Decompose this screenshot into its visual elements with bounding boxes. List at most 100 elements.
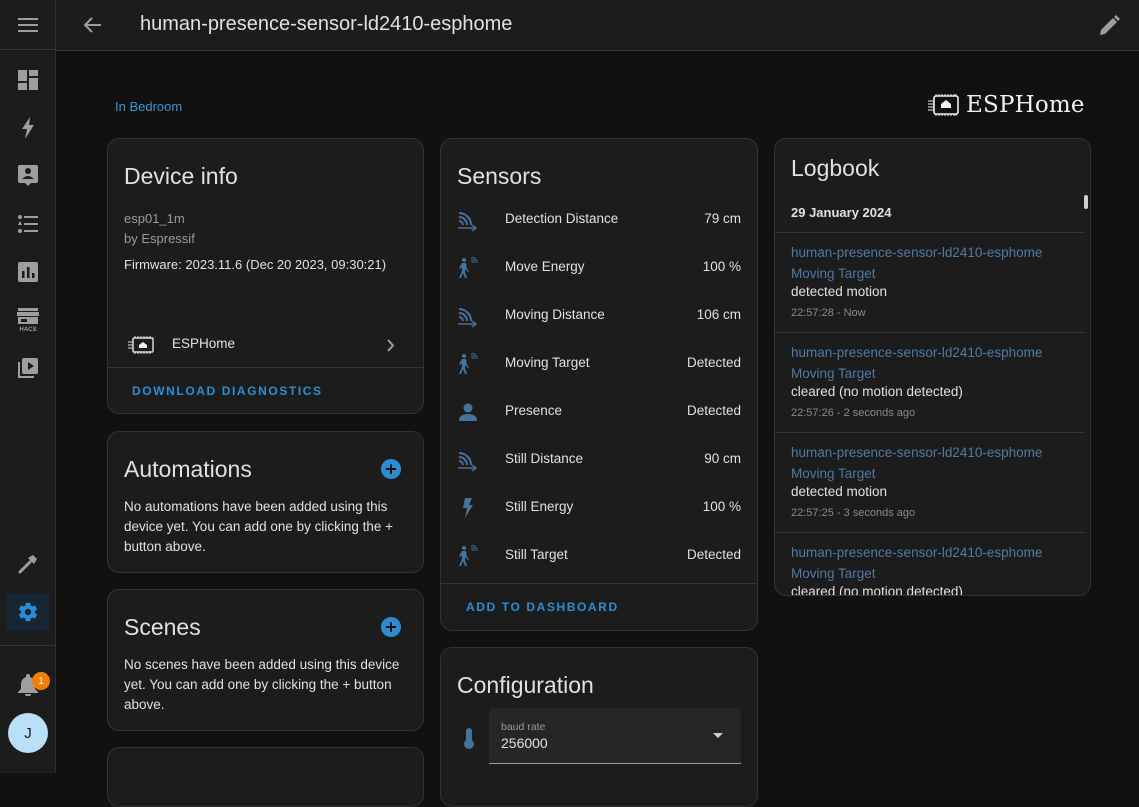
integration-brand: ESPHome <box>928 92 1085 118</box>
chevron-right-icon <box>387 339 395 352</box>
hamburger-menu-icon <box>18 17 38 32</box>
flash-icon <box>463 498 473 518</box>
plus-icon <box>386 464 396 474</box>
hacs-store-icon: HACS <box>17 308 39 332</box>
logbook-entry: human-presence-sensor-ld2410-esphome Mov… <box>775 532 1085 596</box>
integration-row[interactable]: ESPHome <box>108 324 423 368</box>
automations-empty-text: No automations have been added using thi… <box>124 499 394 554</box>
logbook-entry: human-presence-sensor-ld2410-esphome Mov… <box>775 332 1085 432</box>
sidebar-item-energy[interactable] <box>6 109 50 147</box>
baud-rate-select[interactable]: baud rate 256000 <box>489 708 741 764</box>
edit-button[interactable] <box>1097 12 1123 38</box>
sensor-value: 79 cm <box>704 211 741 226</box>
plus-icon <box>386 622 396 632</box>
notification-badge: 1 <box>32 672 50 690</box>
brand-name: ESPHome <box>966 92 1085 118</box>
logbook-card: Logbook 29 January 2024 human-presence-s… <box>774 138 1091 596</box>
top-bar: human-presence-sensor-ld2410-esphome <box>56 0 1139 51</box>
sensor-name: Presence <box>505 403 563 418</box>
card-divider <box>108 367 423 368</box>
add-to-dashboard-button[interactable]: ADD TO DASHBOARD <box>466 600 619 614</box>
sensor-row-detection-distance[interactable]: Detection Distance 79 cm <box>441 196 757 244</box>
baud-rate-label: baud rate <box>501 721 546 733</box>
dashboard-icon <box>18 70 38 90</box>
menu-button[interactable] <box>0 0 56 50</box>
back-button[interactable] <box>78 10 108 40</box>
account-box-icon <box>18 165 38 186</box>
arrow-left-icon <box>84 17 101 33</box>
account-icon <box>459 403 477 421</box>
sensor-row-still-distance[interactable]: Still Distance 90 cm <box>441 436 757 484</box>
sensor-row-presence[interactable]: Presence Detected <box>441 388 757 436</box>
signal-distance-variant-icon <box>458 212 478 231</box>
scripts-card <box>107 747 424 807</box>
logbook-message: detected motion <box>791 484 888 499</box>
sensor-row-still-energy[interactable]: Still Energy 100 % <box>441 484 757 532</box>
sensor-name: Moving Target <box>505 355 590 370</box>
sensors-title: Sensors <box>457 163 542 189</box>
sensor-name: Still Energy <box>505 499 574 514</box>
add-automation-button[interactable] <box>381 459 401 479</box>
sidebar-item-overview[interactable] <box>6 61 50 99</box>
logbook-message: cleared (no motion detected) <box>791 384 963 399</box>
logbook-entity[interactable]: human-presence-sensor-ld2410-esphome Mov… <box>791 242 1042 284</box>
svg-text:HACS: HACS <box>19 327 36 332</box>
sensor-value: Detected <box>686 403 741 418</box>
signal-distance-variant-icon <box>458 308 478 327</box>
device-model: esp01_1m by Espressif <box>124 209 195 249</box>
sensors-card: Sensors Detection Distance 79 cm Move En… <box>440 138 758 631</box>
configuration-card: Configuration baud rate 256000 <box>440 647 758 807</box>
sensor-row-move-energy[interactable]: Move Energy 100 % <box>441 244 757 292</box>
avatar[interactable]: J <box>8 713 48 753</box>
signal-distance-variant-icon <box>458 452 478 471</box>
sidebar-item-media[interactable] <box>6 349 50 387</box>
sensor-row-still-target[interactable]: Still Target Detected <box>441 532 757 580</box>
format-list-bulleted-icon <box>18 215 38 233</box>
add-scene-button[interactable] <box>381 617 401 637</box>
scenes-title: Scenes <box>124 614 201 640</box>
logbook-entity-name[interactable]: Moving Target <box>791 463 1042 484</box>
logbook-entity-name[interactable]: Moving Target <box>791 263 1042 284</box>
download-diagnostics-button[interactable]: DOWNLOAD DIAGNOSTICS <box>132 384 323 398</box>
logbook-message: cleared (no motion detected) <box>791 584 963 596</box>
sensor-value: 100 % <box>702 499 741 514</box>
sidebar-item-settings[interactable] <box>6 593 50 631</box>
sidebar-item-logbook[interactable] <box>6 205 50 243</box>
logbook-entity[interactable]: human-presence-sensor-ld2410-esphome Mov… <box>791 542 1042 584</box>
sensor-value: 100 % <box>702 259 741 274</box>
sidebar-item-map-person[interactable] <box>6 157 50 195</box>
sensor-value: 106 cm <box>696 307 741 322</box>
logbook-device-name[interactable]: human-presence-sensor-ld2410-esphome <box>791 342 1042 363</box>
thermometer-icon <box>464 728 474 749</box>
dropdown-arrow-icon <box>713 733 723 738</box>
logbook-time: 22:57:25 - 3 seconds ago <box>791 507 916 519</box>
logbook-entry: human-presence-sensor-ld2410-esphome Mov… <box>775 232 1085 332</box>
area-link[interactable]: In Bedroom <box>115 99 182 114</box>
sensor-row-moving-target[interactable]: Moving Target Detected <box>441 340 757 388</box>
page-title: human-presence-sensor-ld2410-esphome <box>140 13 513 35</box>
sensor-value: 90 cm <box>704 451 741 466</box>
logbook-entity[interactable]: human-presence-sensor-ld2410-esphome Mov… <box>791 442 1042 484</box>
scenes-card: Scenes No scenes have been added using t… <box>107 589 424 731</box>
sensor-row-moving-distance[interactable]: Moving Distance 106 cm <box>441 292 757 340</box>
sensor-name: Move Energy <box>505 259 585 274</box>
device-manufacturer: by Espressif <box>124 231 195 246</box>
logbook-device-name[interactable]: human-presence-sensor-ld2410-esphome <box>791 442 1042 463</box>
logbook-entity-name[interactable]: Moving Target <box>791 363 1042 384</box>
esphome-chip-icon <box>128 336 154 354</box>
sensor-name: Still Target <box>505 547 568 562</box>
logbook-entity-name[interactable]: Moving Target <box>791 563 1042 584</box>
logbook-device-name[interactable]: human-presence-sensor-ld2410-esphome <box>791 242 1042 263</box>
logbook-entity[interactable]: human-presence-sensor-ld2410-esphome Mov… <box>791 342 1042 384</box>
logbook-device-name[interactable]: human-presence-sensor-ld2410-esphome <box>791 542 1042 563</box>
sensor-name: Still Distance <box>505 451 584 466</box>
device-info-card: Device info esp01_1m by Espressif Firmwa… <box>107 138 424 414</box>
sidebar-item-hacs[interactable]: HACS <box>6 301 50 339</box>
sidebar-item-developer-tools[interactable] <box>6 545 50 583</box>
logbook-title: Logbook <box>791 155 880 181</box>
logbook-scrollbar[interactable] <box>1084 195 1088 209</box>
sensor-name: Detection Distance <box>505 211 619 226</box>
cog-icon <box>19 602 37 622</box>
sidebar-item-history[interactable] <box>6 253 50 291</box>
logbook-time: 22:57:28 - Now <box>791 307 866 319</box>
